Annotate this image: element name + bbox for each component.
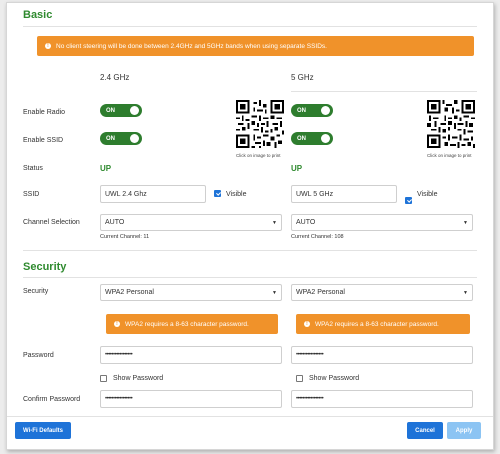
wifi-defaults-button[interactable]: Wi-Fi Defaults (15, 422, 71, 439)
ssid-5-input[interactable]: UWL 5 GHz (291, 185, 397, 203)
visible-5-checkbox[interactable] (405, 197, 412, 204)
show-password-5-checkbox[interactable] (296, 375, 303, 382)
cancel-button[interactable]: Cancel (407, 422, 443, 439)
chevron-down-icon: ▼ (272, 219, 277, 226)
chevron-down-icon: ▼ (463, 219, 468, 226)
confirm-password-24-input[interactable]: ••••••••••••••••• (100, 390, 282, 408)
confirm-password-label: Confirm Password (23, 396, 81, 403)
status-24-value: UP (100, 164, 112, 173)
info-icon: ! (114, 321, 120, 327)
wifi-settings-panel: Basic ! No client steering will be done … (6, 2, 494, 450)
divider (23, 250, 477, 251)
chevron-down-icon: ▼ (272, 289, 277, 296)
password-warning-24: ! WPA2 requires a 8-63 character passwor… (106, 314, 278, 334)
password-5-input[interactable]: ••••••••••••••••• (291, 346, 473, 364)
divider (7, 416, 493, 417)
divider (23, 26, 477, 27)
toggle-state-text: ON (297, 107, 306, 114)
chevron-down-icon: ▼ (463, 289, 468, 296)
qr-code-5[interactable]: Click on image to print (427, 100, 475, 158)
visible-5-label: Visible (417, 191, 438, 198)
channel-24-value: AUTO (105, 219, 125, 226)
current-channel-5: Current Channel: 108 (291, 234, 344, 240)
divider (23, 277, 477, 278)
channel-5-value: AUTO (296, 219, 316, 226)
status-5-value: UP (291, 164, 303, 173)
toggle-knob (130, 134, 139, 143)
steering-notice: ! No client steering will be done betwee… (37, 36, 474, 56)
band-24-header: 2.4 GHz (100, 73, 130, 82)
ssid-24-input[interactable]: UWL 2.4 Ghz (100, 185, 206, 203)
qr-code-24[interactable]: Click on image to print (236, 100, 284, 158)
qr-caption: Click on image to print (236, 153, 281, 158)
qr-caption: Click on image to print (427, 153, 472, 158)
password-24-input[interactable]: ••••••••••••••••• (100, 346, 282, 364)
toggle-knob (321, 134, 330, 143)
qr-code-icon (236, 100, 284, 148)
toggle-knob (130, 106, 139, 115)
basic-section-title: Basic (23, 9, 53, 21)
qr-code-icon (427, 100, 475, 148)
ssid-5-toggle[interactable]: ON (291, 132, 333, 145)
security-section-title: Security (23, 261, 67, 273)
steering-notice-text: No client steering will be done between … (56, 42, 327, 50)
password-warning-24-text: WPA2 requires a 8-63 character password. (125, 320, 249, 328)
toggle-knob (321, 106, 330, 115)
toggle-state-text: ON (297, 135, 306, 142)
info-icon: ! (304, 321, 310, 327)
show-password-5-label: Show Password (309, 375, 360, 382)
password-warning-5-text: WPA2 requires a 8-63 character password. (315, 320, 439, 328)
visible-24-checkbox[interactable] (214, 190, 221, 197)
current-channel-24: Current Channel: 11 (100, 234, 150, 240)
enable-radio-label: Enable Radio (23, 109, 66, 116)
channel-5-select[interactable]: AUTO ▼ (291, 214, 473, 231)
security-24-value: WPA2 Personal (105, 289, 154, 296)
security-24-select[interactable]: WPA2 Personal ▼ (100, 284, 282, 301)
visible-24-label: Visible (226, 191, 247, 198)
divider (291, 91, 477, 92)
apply-button[interactable]: Apply (447, 422, 481, 439)
confirm-password-5-input[interactable]: ••••••••••••••••• (291, 390, 473, 408)
show-password-24-label: Show Password (113, 375, 164, 382)
security-5-value: WPA2 Personal (296, 289, 345, 296)
status-label: Status (23, 165, 43, 172)
channel-label: Channel Selection (23, 219, 80, 226)
radio-5-toggle[interactable]: ON (291, 104, 333, 117)
radio-24-toggle[interactable]: ON (100, 104, 142, 117)
password-label: Password (23, 352, 54, 359)
ssid-24-toggle[interactable]: ON (100, 132, 142, 145)
toggle-state-text: ON (106, 135, 115, 142)
security-5-select[interactable]: WPA2 Personal ▼ (291, 284, 473, 301)
channel-24-select[interactable]: AUTO ▼ (100, 214, 282, 231)
security-label: Security (23, 288, 49, 295)
enable-ssid-label: Enable SSID (23, 137, 64, 144)
band-5-header: 5 GHz (291, 73, 314, 82)
password-warning-5: ! WPA2 requires a 8-63 character passwor… (296, 314, 470, 334)
ssid-label: SSID (23, 191, 40, 198)
toggle-state-text: ON (106, 107, 115, 114)
info-icon: ! (45, 43, 51, 49)
show-password-24-checkbox[interactable] (100, 375, 107, 382)
